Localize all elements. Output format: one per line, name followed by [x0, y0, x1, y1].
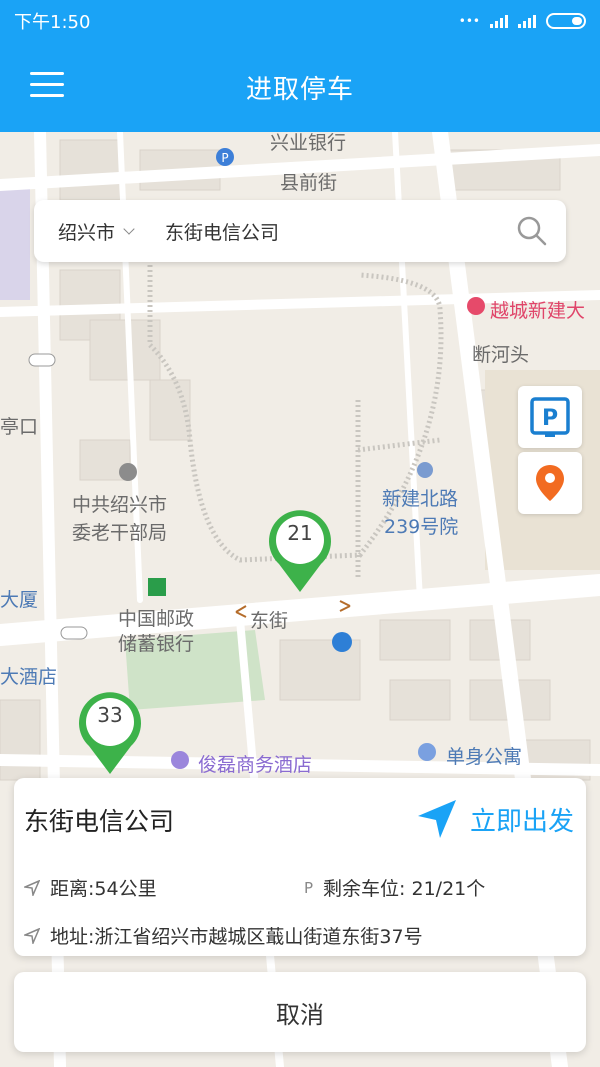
distance-row: 距离:54公里: [24, 874, 157, 901]
spaces-text: 剩余车位: 21/21个: [323, 878, 486, 900]
city-selector[interactable]: 绍兴市: [58, 218, 135, 245]
navigation-arrow-icon: [417, 800, 456, 838]
app-bar: 下午1:50 ••• 进取停车: [0, 0, 600, 132]
address-icon: [24, 927, 40, 944]
map-label: 储蓄银行: [118, 633, 195, 655]
address-text: 地址:浙江省绍兴市越城区蕺山街道东街37号: [50, 926, 423, 948]
title-bar: 进取停车: [0, 42, 600, 132]
navigate-label: 立即出发: [469, 806, 574, 837]
map-label: 兴业银行: [270, 132, 347, 154]
signal-icon: [490, 14, 508, 28]
map-label: 亭口: [0, 416, 39, 438]
parking-name: 东街电信公司: [24, 807, 175, 836]
parking-icon: P: [530, 397, 570, 437]
battery-icon: [546, 13, 586, 29]
menu-icon[interactable]: [30, 72, 64, 100]
map-label: 断河头: [472, 344, 530, 366]
navigate-button[interactable]: 立即出发: [416, 798, 574, 840]
pin-label: 33: [97, 703, 123, 727]
status-bar: 下午1:50 •••: [0, 0, 600, 42]
pin-label: 21: [287, 521, 313, 545]
map-label: 239号院: [384, 516, 459, 538]
city-label: 绍兴市: [58, 221, 116, 244]
map-label: 大厦: [0, 589, 39, 611]
location-pin-icon: [536, 465, 564, 501]
parking-pin[interactable]: 33: [77, 690, 143, 780]
map-label: 单身公寓: [446, 746, 523, 768]
search-icon[interactable]: [512, 211, 552, 251]
chevron-down-icon: [123, 223, 135, 235]
map-label: 俊磊商务酒店: [198, 754, 313, 776]
my-location-button[interactable]: [518, 452, 582, 514]
svg-text:P: P: [542, 406, 558, 431]
status-time: 下午1:50: [14, 12, 91, 33]
page-title: 进取停车: [245, 74, 354, 105]
map-label: 新建北路: [382, 488, 459, 510]
map-label: 越城新建大: [490, 300, 586, 322]
search-input[interactable]: [165, 220, 512, 242]
map-label: 东街: [250, 610, 289, 632]
cancel-button[interactable]: 取消: [14, 972, 586, 1052]
distance-text: 距离:54公里: [50, 878, 157, 900]
dots-icon: •••: [458, 14, 480, 28]
signal-icon-2: [518, 14, 536, 28]
map-label: 中国邮政: [118, 608, 195, 630]
map-label: 大酒店: [0, 666, 58, 688]
parking-filter-button[interactable]: P: [518, 386, 582, 448]
spaces-row: P 剩余车位: 21/21个: [304, 874, 485, 901]
status-icons: •••: [459, 13, 586, 29]
search-bar: 绍兴市: [34, 200, 566, 262]
map-label: 县前街: [280, 172, 338, 194]
distance-icon: [24, 879, 40, 896]
map-label: 中共绍兴市: [72, 494, 168, 516]
map-label: 委老干部局: [72, 522, 168, 544]
parking-info-card: 东街电信公司 立即出发 距离:54公里 P 剩余车位: 21/21个 地址:浙江…: [14, 778, 586, 956]
address-row: 地址:浙江省绍兴市越城区蕺山街道东街37号: [24, 922, 423, 949]
svg-text:P: P: [221, 151, 228, 165]
parking-mark-icon: P: [304, 878, 314, 897]
parking-pin[interactable]: 21: [267, 508, 333, 598]
